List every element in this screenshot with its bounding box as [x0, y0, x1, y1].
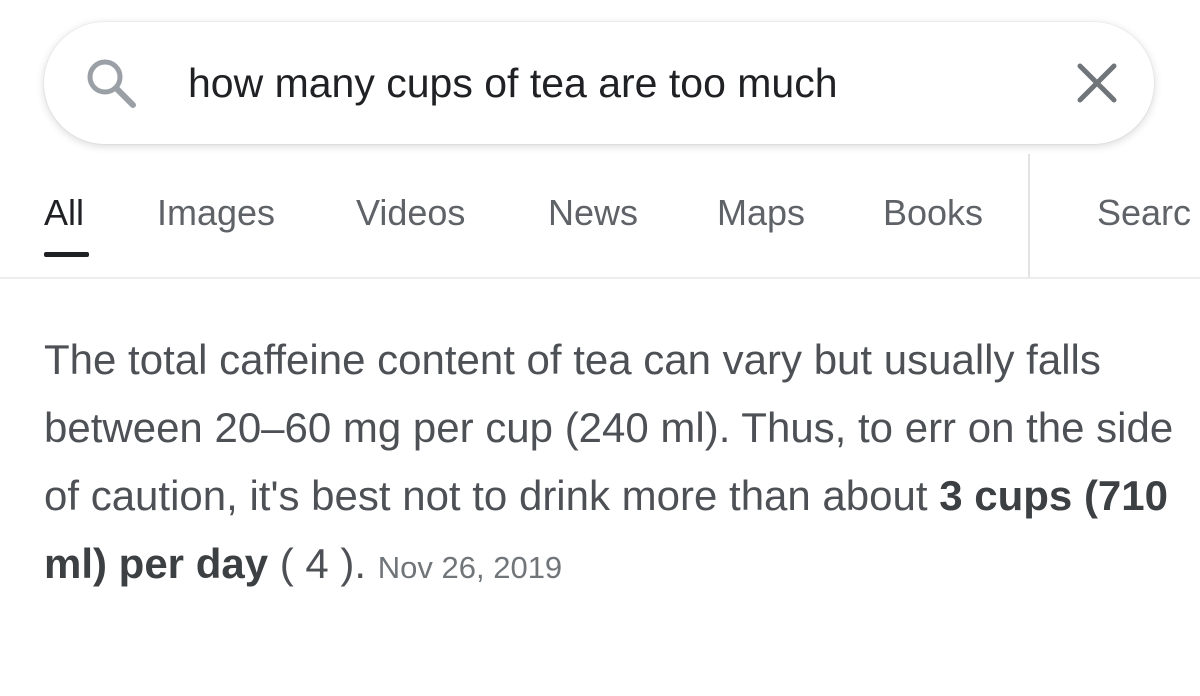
- search-tabs: All Images Videos News Maps Books Searc: [0, 150, 1200, 278]
- snippet-citation[interactable]: ( 4 ).: [268, 540, 366, 587]
- tabs-vertical-divider: [1028, 154, 1030, 278]
- tabs-divider: [0, 277, 1200, 279]
- featured-snippet: The total caffeine content of tea can va…: [44, 326, 1174, 602]
- tab-all[interactable]: All: [44, 192, 84, 234]
- tab-maps[interactable]: Maps: [717, 192, 805, 234]
- tab-search[interactable]: Searc: [1097, 192, 1191, 234]
- tab-news[interactable]: News: [548, 192, 638, 234]
- close-icon[interactable]: [1066, 52, 1128, 114]
- search-icon: [87, 59, 136, 108]
- tab-videos[interactable]: Videos: [356, 192, 465, 234]
- tab-images[interactable]: Images: [157, 192, 275, 234]
- search-results-page: All Images Videos News Maps Books Searc …: [0, 0, 1200, 696]
- search-input[interactable]: [188, 50, 1008, 116]
- active-tab-indicator: [44, 252, 89, 257]
- snippet-date: Nov 26, 2019: [377, 550, 563, 585]
- tab-books[interactable]: Books: [883, 192, 983, 234]
